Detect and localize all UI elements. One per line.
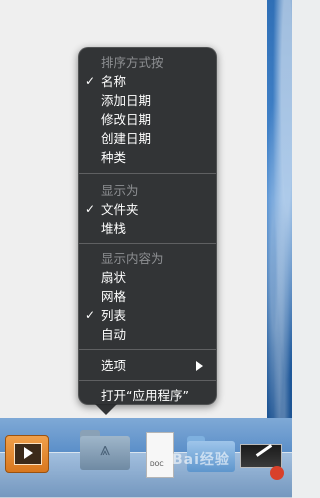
watermark-text: Bai经验 <box>172 452 230 468</box>
presentation-app-icon[interactable] <box>5 435 49 473</box>
menu-header-display-as: 显示为 <box>78 181 217 200</box>
checkmark-icon: ✓ <box>85 308 96 322</box>
menu-item-open-applications[interactable]: 打开“应用程序” <box>78 386 217 405</box>
pen-stroke-glyph <box>255 444 273 457</box>
menu-item-label: 网格 <box>101 289 127 304</box>
menu-header-label: 显示内容为 <box>101 251 164 266</box>
checkmark-icon: ✓ <box>85 202 96 216</box>
menu-item-sort-date-created[interactable]: 创建日期 <box>78 129 217 148</box>
menu-item-sort-date-modified[interactable]: 修改日期 <box>78 110 217 129</box>
menu-header-label: 显示为 <box>101 183 139 198</box>
menu-separator <box>79 173 216 174</box>
menu-item-label: 扇状 <box>101 270 127 285</box>
menu-item-label: 添加日期 <box>101 93 152 108</box>
document-file-icon[interactable]: DOC <box>146 432 174 478</box>
submenu-arrow-icon <box>196 361 203 371</box>
app-store-a-icon: ⩓ <box>99 439 111 460</box>
menu-item-label: 打开“应用程序” <box>101 388 189 403</box>
menu-header-view-content-as: 显示内容为 <box>78 249 217 268</box>
applications-folder-icon[interactable]: ⩓ <box>80 430 130 470</box>
menu-item-view-automatic[interactable]: 自动 <box>78 325 217 344</box>
menu-item-view-list[interactable]: ✓ 列表 <box>78 306 217 325</box>
menu-separator <box>79 349 216 350</box>
menu-separator <box>79 380 216 381</box>
menu-item-display-folder[interactable]: ✓ 文件夹 <box>78 200 217 219</box>
menu-item-view-grid[interactable]: 网格 <box>78 287 217 306</box>
menu-item-sort-kind[interactable]: 种类 <box>78 148 217 167</box>
menu-pointer-arrow <box>95 404 117 415</box>
menu-header-label: 排序方式按 <box>101 55 164 70</box>
checkmark-icon: ✓ <box>85 74 96 88</box>
play-icon <box>24 447 33 459</box>
screenshot-app-icon[interactable] <box>240 444 282 468</box>
menu-item-label: 文件夹 <box>101 202 139 217</box>
menu-item-options[interactable]: 选项 <box>78 356 217 375</box>
menu-header-sort-by: 排序方式按 <box>78 53 217 72</box>
menu-item-label: 修改日期 <box>101 112 152 127</box>
menu-item-sort-date-added[interactable]: 添加日期 <box>78 91 217 110</box>
menu-item-label: 名称 <box>101 74 127 89</box>
pin-icon[interactable] <box>270 466 284 480</box>
menu-item-display-stack[interactable]: 堆栈 <box>78 219 217 238</box>
menu-item-label: 自动 <box>101 327 127 342</box>
menu-item-label: 种类 <box>101 150 127 165</box>
menu-item-label: 列表 <box>101 308 127 323</box>
menu-item-label: 堆栈 <box>101 221 127 236</box>
doc-type-label: DOC <box>150 461 164 468</box>
menu-item-sort-name[interactable]: ✓ 名称 <box>78 72 217 91</box>
menu-item-label: 选项 <box>101 358 127 373</box>
menu-item-label: 创建日期 <box>101 131 152 146</box>
menu-separator <box>79 243 216 244</box>
dock-stack-context-menu: 排序方式按 ✓ 名称 添加日期 修改日期 创建日期 种类 显示为 ✓ 文件夹 堆… <box>78 47 217 405</box>
menu-item-view-fan[interactable]: 扇状 <box>78 268 217 287</box>
